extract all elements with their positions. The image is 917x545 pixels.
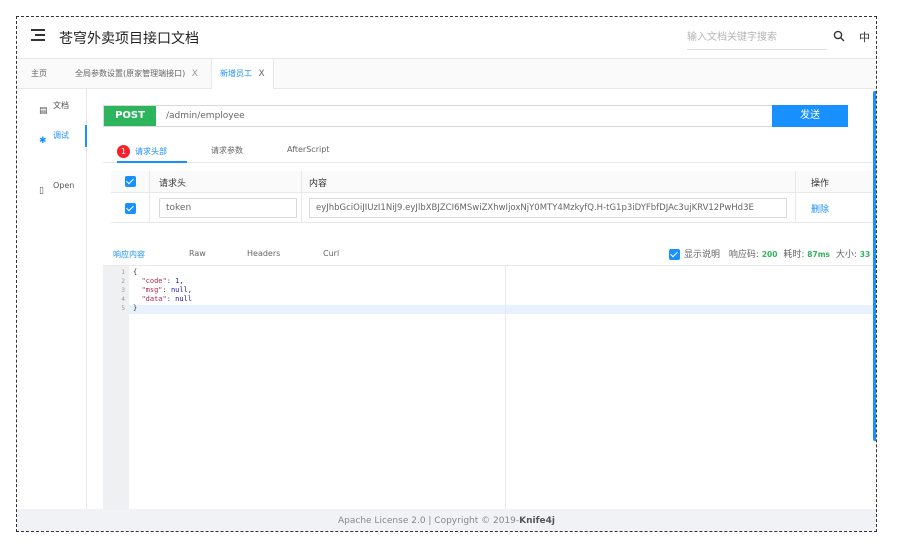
url-input[interactable] [166, 109, 766, 123]
tab-label: 新增员工 [220, 69, 252, 78]
table-header-row: 请求头 内容 操作 [111, 171, 876, 193]
table-row: 删除 [111, 193, 876, 223]
tab-request-headers[interactable]: 1 请求头部 [117, 145, 167, 158]
tab-add-employee[interactable]: 新增员工 X [211, 59, 274, 89]
tab-global-params[interactable]: 全局参数设置(原家管理端接口) X [75, 59, 198, 89]
tab-response-content[interactable]: 响应内容 [113, 249, 145, 260]
language-toggle[interactable]: 中 [859, 29, 870, 45]
show-desc-checkbox[interactable] [669, 249, 680, 260]
delete-link[interactable]: 删除 [811, 202, 829, 215]
sidebar-item-debug[interactable]: ✱ 调试 [17, 125, 87, 147]
http-method-badge[interactable]: POST [104, 106, 156, 126]
footer: Apache License 2.0 | Copyright © 2019-Kn… [17, 509, 876, 531]
header-value-input[interactable] [309, 198, 787, 218]
status-code: 200 [761, 250, 778, 259]
tab-after-script[interactable]: AfterScript [287, 145, 329, 154]
column-divider [149, 171, 150, 223]
line-gutter: 1 2 3 4 5 [103, 266, 129, 509]
tab-home[interactable]: 主页 [31, 59, 47, 89]
sidebar-item-docs[interactable]: ▤ 文档 [17, 95, 87, 117]
app-title: 苍穹外卖项目接口文档 [59, 31, 199, 47]
debug-icon: ✱ [39, 136, 47, 146]
response-time: 87ms [807, 250, 830, 259]
code-line: "data": null [141, 295, 193, 303]
column-header: 内容 [309, 179, 328, 189]
sidebar-item-open[interactable]: ▯ Open [17, 175, 87, 197]
main-panel: POST 发送 1请求头部 请求参数 AfterScript 请求头 内容 操作 [87, 89, 876, 509]
tab-label: 主页 [31, 69, 47, 78]
send-button[interactable]: 发送 [772, 105, 848, 127]
code-line: "code": 1, [141, 277, 184, 285]
tab-label: 全局参数设置(原家管理端接口) [75, 69, 186, 78]
header-key-input[interactable] [159, 198, 297, 218]
tab-request-params[interactable]: 请求参数 [211, 145, 243, 156]
editor-split-divider [505, 266, 506, 509]
response-meta: 显示说明 响应码: 200 耗时: 87ms 大小: 33 B [669, 247, 876, 260]
row-checkbox[interactable] [125, 203, 136, 214]
vertical-scrollbar[interactable] [873, 91, 876, 441]
column-header: 请求头 [159, 179, 187, 189]
active-tab-indicator [117, 161, 187, 163]
search-input[interactable] [687, 26, 827, 50]
close-icon[interactable]: X [259, 69, 265, 79]
code-line: { [133, 268, 138, 276]
tab-raw[interactable]: Raw [189, 249, 206, 258]
tab-headers[interactable]: Headers [247, 249, 280, 258]
response-editor[interactable]: 1 2 3 4 5 { "code": 1, "msg": null, "dat… [103, 265, 876, 509]
app-header: 苍穹外卖项目接口文档 中 [17, 17, 876, 59]
tabs-bar: 主页 全局参数设置(原家管理端接口) X 新增员工 X [17, 59, 876, 89]
active-line-highlight [129, 305, 876, 314]
column-divider [795, 171, 796, 223]
select-all-checkbox[interactable] [125, 176, 136, 187]
response-tabs: 响应内容 Raw Headers Curl 显示说明 响应码: 200 耗时: … [103, 247, 876, 265]
document-icon: ▤ [39, 106, 48, 116]
tab-curl[interactable]: Curl [323, 249, 339, 258]
code-line: } [133, 304, 138, 312]
sidebar: ▤ 文档 ✱ 调试 ▯ Open [17, 89, 87, 509]
app-window: 苍穹外卖项目接口文档 中 主页 全局参数设置(原家管理端接口) X 新增员工 X… [16, 16, 877, 532]
request-url-bar: POST 发送 [103, 105, 848, 127]
column-header: 操作 [811, 179, 830, 189]
count-badge: 1 [117, 145, 130, 158]
search-icon[interactable] [833, 30, 845, 42]
close-icon[interactable]: X [192, 69, 198, 79]
code-line: "msg": null, [141, 286, 193, 294]
menu-icon[interactable] [31, 29, 45, 43]
file-icon: ▯ [39, 186, 44, 196]
column-divider [301, 171, 302, 223]
request-tabs: 1 请求头部 请求参数 AfterScript [103, 139, 876, 163]
